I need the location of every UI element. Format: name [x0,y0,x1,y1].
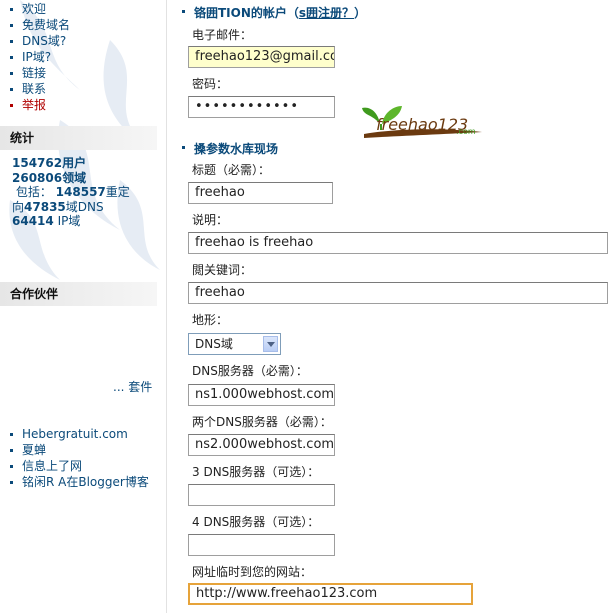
password-field[interactable]: •••••••••••• [188,96,335,118]
dns3-field[interactable] [188,484,335,506]
website-url-field[interactable]: http://www.freehao123.com [188,583,473,605]
column-divider [166,0,167,613]
stats-users: 154762用户 [12,156,87,170]
title-field[interactable]: freehao [188,182,333,204]
website-url-label: 网址临时到您的网站： [192,565,313,579]
partners-list: Hebergratuit.com 夏蝉 信息上了网 铭闲R A在Blogger博… [0,426,165,490]
stats-heading: 统计 [0,126,157,150]
partner-link-xiachan[interactable]: 夏蝉 [0,442,165,458]
nav-item-welcome[interactable]: 欢迎 [0,1,165,17]
dns1-field[interactable]: ns1.000webhost.com [188,384,335,406]
email-field[interactable]: freehao123@gmail.com [188,46,335,68]
svg-text:.com: .com [456,127,476,136]
keywords-label: 閲关键词： [192,263,253,277]
description-label: 说明： [192,213,229,227]
partners-heading: 合作伙伴 [0,282,157,306]
description-field[interactable]: freehao is freehao [188,232,608,254]
svg-text:freehao123: freehao123 [376,115,468,134]
nav-item-links[interactable]: 链接 [0,65,165,81]
dns1-label: DNS服务器（必需）： [192,364,308,378]
password-label: 密码： [192,77,229,91]
nav-item-contact[interactable]: 联系 [0,81,165,97]
keywords-field[interactable]: freehao [188,282,608,304]
dns2-label: 两个DNS服务器（必需）： [192,415,332,429]
nav-item-ip-domain[interactable]: IP域? [0,49,165,65]
account-section-title: 铬囲TION的帐户（s囲注册？） [182,4,366,21]
partner-link-blogger[interactable]: 铭闲R A在Blogger博客 [0,474,165,490]
stats-redirects: 包括： 148557重定 [15,185,130,199]
terrain-label: 地形： [192,313,229,327]
main-form: 铬囲TION的帐户（s囲注册？） 电子邮件： freehao123@gmail.… [176,0,613,613]
dns4-field[interactable] [188,534,335,556]
sidebar: 欢迎 免费域名 DNS域? IP域? 链接 联系 举报 统计 154762用户 … [0,0,165,613]
dns2-field[interactable]: ns2.000webhost.com [188,434,335,456]
nav-item-report[interactable]: 举报 [0,97,165,113]
title-label: 标题（必需）： [192,163,271,177]
chevron-down-icon[interactable] [263,336,278,352]
sidebar-nav: 欢迎 免费域名 DNS域? IP域? 链接 联系 举报 [0,1,165,113]
database-section-title: 搡参数水库现场 [182,140,278,157]
stats-block: 154762用户 260806领域 包括： 148557重定 向47835域DN… [12,156,162,229]
partner-link-info-online[interactable]: 信息上了网 [0,458,165,474]
register-link[interactable]: s囲注册？ [299,6,354,20]
nav-item-free-domain[interactable]: 免费域名 [0,17,165,33]
terrain-select[interactable]: DNS域 [188,333,281,355]
stats-dns: 向47835域DNS [12,199,104,214]
dns4-label: 4 DNS服务器（可选）： [192,515,320,529]
nav-item-dns-domain[interactable]: DNS域? [0,33,165,49]
stats-ip: 64414 IP域 [12,214,81,228]
partner-link-hebergratuit[interactable]: Hebergratuit.com [0,426,165,442]
stats-domains: 260806领域 [12,170,87,185]
freehao-logo: freehao123 .com [362,106,482,138]
partners-more-link[interactable]: ... 套件 [113,378,152,395]
email-label: 电子邮件： [192,28,253,42]
dns3-label: 3 DNS服务器（可选）： [192,465,320,479]
